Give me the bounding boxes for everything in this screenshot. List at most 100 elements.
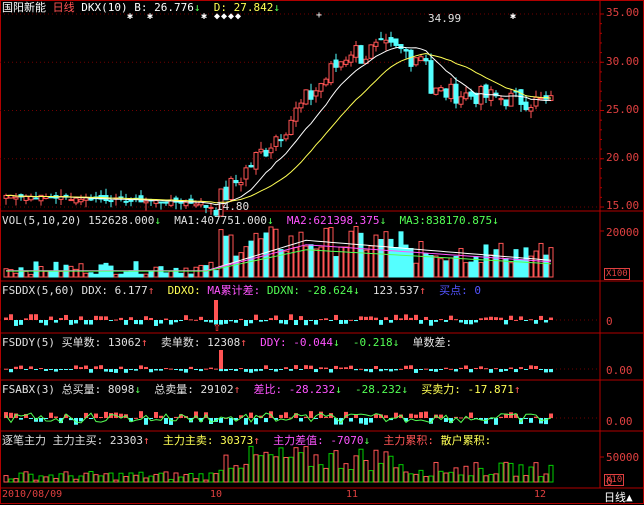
ddy-bar	[549, 369, 553, 373]
ddx-bar	[434, 320, 438, 322]
ddy-bar	[119, 366, 123, 369]
ddx-bar	[44, 320, 48, 326]
chart-canvas[interactable]	[0, 0, 644, 504]
volume-bar	[238, 252, 244, 278]
down-arrow-icon: ↓	[335, 383, 342, 396]
period-switch-button[interactable]: 日线▲	[604, 489, 633, 505]
candlestick	[288, 119, 294, 135]
ddx-bar	[89, 320, 93, 325]
volume-bar	[443, 260, 449, 278]
tick-bar	[218, 469, 224, 483]
ddy-bar	[539, 369, 543, 370]
tick-bar	[68, 475, 74, 483]
volume-bar	[433, 255, 439, 278]
ddy-bar	[484, 368, 488, 370]
ddy-bar	[159, 369, 163, 371]
candlestick	[228, 177, 234, 201]
abx-name[interactable]: FSABX(3)	[2, 383, 55, 396]
candlestick	[458, 96, 464, 105]
tick-bar	[393, 467, 399, 483]
ddx-bar	[364, 316, 368, 320]
ddy-bar	[374, 366, 378, 369]
tick-bar	[458, 474, 464, 483]
ma2-value: 621398.375	[313, 214, 380, 227]
volume-bar	[143, 273, 149, 278]
ddy-bar	[339, 367, 343, 369]
tick-bar	[498, 462, 504, 483]
abx-bar	[219, 418, 223, 423]
candlestick	[473, 92, 479, 104]
indicator-name[interactable]: DKX(10)	[81, 1, 127, 14]
ddy-name[interactable]: FSDDY(5)	[2, 336, 55, 349]
ddx-bar	[319, 319, 323, 321]
abx-bar	[494, 418, 498, 425]
volume-bar	[463, 262, 469, 278]
abx-bar	[29, 418, 33, 419]
volume-bar	[48, 270, 54, 278]
tick-bar	[523, 475, 529, 483]
candlestick	[343, 59, 349, 65]
tick-bar	[48, 474, 54, 483]
tick-bar	[43, 476, 49, 483]
down-arrow-icon: ↓	[401, 383, 408, 396]
candlestick	[223, 186, 229, 201]
ddx-bar	[124, 320, 128, 325]
candlestick	[303, 89, 309, 105]
ddx-bar	[539, 315, 543, 320]
volume-bar	[483, 244, 489, 278]
abx-bar	[549, 413, 553, 418]
ddx-bar	[329, 320, 333, 321]
candlestick	[368, 44, 374, 59]
tick-bar	[323, 467, 329, 483]
tick-bar	[533, 462, 539, 483]
down-arrow-icon: ↓	[392, 336, 400, 349]
volume-bar	[378, 239, 384, 278]
price-tick: 35.00	[606, 6, 640, 19]
ddx-bar	[139, 320, 143, 325]
tick-bar	[103, 473, 109, 483]
ddy-bar	[384, 369, 388, 371]
tick-bar	[343, 463, 349, 483]
ddy-bar	[229, 369, 233, 371]
price-tick: 25.00	[606, 103, 640, 116]
volume-bar	[428, 255, 434, 278]
volume-bar	[43, 270, 49, 278]
ddx-bar	[244, 320, 248, 326]
sell-count-label: 卖单数:	[160, 336, 201, 349]
candlestick	[183, 201, 189, 207]
ddy-bar	[314, 369, 318, 373]
ddx-name[interactable]: FSDDX(5,60)	[2, 284, 75, 297]
ddx-bar	[299, 316, 303, 320]
ddx-bar	[459, 320, 463, 323]
ddx-bar	[169, 320, 173, 325]
stock-name[interactable]: 国阳新能	[2, 1, 46, 14]
count-diff-label: 单数差:	[412, 336, 453, 349]
ddx-bar	[499, 317, 503, 320]
candlestick	[358, 45, 364, 64]
tick-bar	[13, 478, 19, 483]
candlestick	[238, 181, 244, 186]
star-mark-icon: ✱	[147, 11, 154, 22]
date-tick: 12	[534, 489, 547, 500]
volume-bar	[368, 245, 374, 278]
tick-bar	[123, 476, 129, 483]
star-mark-icon: ✱	[510, 11, 517, 22]
tick-name[interactable]: 逐笔主力	[2, 434, 46, 447]
volume-bar	[323, 227, 329, 278]
candlestick	[498, 98, 504, 101]
down-arrow-icon: ↓	[273, 1, 280, 14]
volume-bar	[223, 235, 229, 278]
candlestick	[233, 180, 239, 184]
ddy-bar	[29, 366, 33, 369]
candlestick	[23, 195, 29, 201]
ddy-bar	[44, 369, 48, 371]
abx-bar	[279, 414, 283, 418]
ddx-bar	[409, 317, 413, 320]
abx-bar	[439, 414, 443, 418]
vol-name[interactable]: VOL(5,10,20)	[2, 214, 81, 227]
ddy-bar	[509, 367, 513, 369]
ddx-bar	[399, 318, 403, 320]
abx-bar	[249, 412, 253, 418]
ddy-bar	[164, 368, 168, 370]
ddy-bar	[379, 369, 383, 372]
